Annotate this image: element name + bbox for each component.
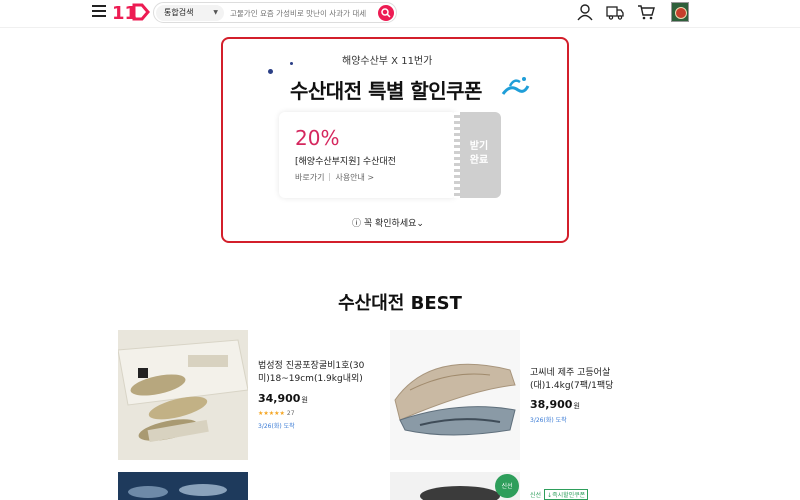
cart-icon[interactable] [637,3,655,21]
product-image[interactable]: 신선 [390,472,520,500]
price-unit: 원 [573,402,580,410]
discount-coupon-badge: ↓즉시할인쿠폰 [544,489,589,500]
coupon-receive-button[interactable]: 받기 완료 [454,112,501,198]
product-name[interactable]: 법성정 진공포장굴비1호(30미)18~19cm(1.9kg내외) [258,360,382,386]
fresh-badge-text: 신선 [501,482,512,490]
search-box: 통합검색 ▼ [153,2,397,23]
coupon-subtitle: 해양수산부 X 11번가 [342,56,433,67]
menu-icon[interactable] [92,5,106,19]
coupon-receive-label-line1: 받기 [469,141,489,152]
coupon-title: 수산대전 특별 할인쿠폰 [290,79,482,103]
coupon-info-link[interactable]: 사용안내 > [335,173,374,182]
coupon-receive-label: 받기 완료 [457,140,501,168]
search-category-select[interactable]: 통합검색 ▼ [156,5,224,21]
section-title: 수산대전 BEST [338,293,462,314]
divider [329,173,331,181]
search-input[interactable] [230,5,376,21]
price-value: 38,900 [530,398,573,411]
chevron-down-icon: ▼ [213,9,218,16]
product-image[interactable] [118,330,248,460]
product-rating: ★★★★★ 27 [258,410,295,417]
fresh-badge: 신선 ↓즉시할인쿠폰 [530,489,589,500]
search-button[interactable] [378,5,394,21]
product-price: 38,900원 [530,398,580,411]
search-category-label: 통합검색 [164,8,194,17]
product-image[interactable] [390,330,520,460]
profile-avatar[interactable] [671,2,689,22]
price-unit: 원 [301,396,308,404]
coupon-name: [해양수산부지원] 수산대전 [295,157,396,167]
product-price: 34,900원 [258,392,308,405]
decorative-dot [290,62,293,65]
decorative-dot [268,69,273,74]
top-header: 11 통합검색 ▼ [0,0,800,28]
search-icon [381,8,391,18]
coupon-receive-label-line2: 완료 [469,155,489,166]
star-icons: ★★★★★ [258,410,285,417]
delivery-truck-icon[interactable] [606,3,624,21]
delivery-date: 3/26(화) 도착 [530,417,567,424]
fresh-label: 신선 [530,492,542,499]
11st-logo[interactable]: 11 [112,1,150,23]
product-name[interactable]: 고씨네 제주 고등어살(대)1.4kg(7팩/1팩당 [530,367,654,393]
wave-icon [501,77,530,95]
review-count: 27 [286,410,295,417]
coupon-discount: 20% [295,126,340,150]
price-value: 34,900 [258,392,301,405]
coupon-go-link[interactable]: 바로가기 [295,173,324,182]
coupon-links: 바로가기 사용안내 > [295,172,374,183]
delivery-date: 3/26(화) 도착 [258,423,295,430]
product-image[interactable] [118,472,248,500]
coupon-notice-toggle[interactable]: ⓘ 꼭 확인하세요⌄ [352,216,424,229]
user-icon[interactable] [576,3,594,21]
